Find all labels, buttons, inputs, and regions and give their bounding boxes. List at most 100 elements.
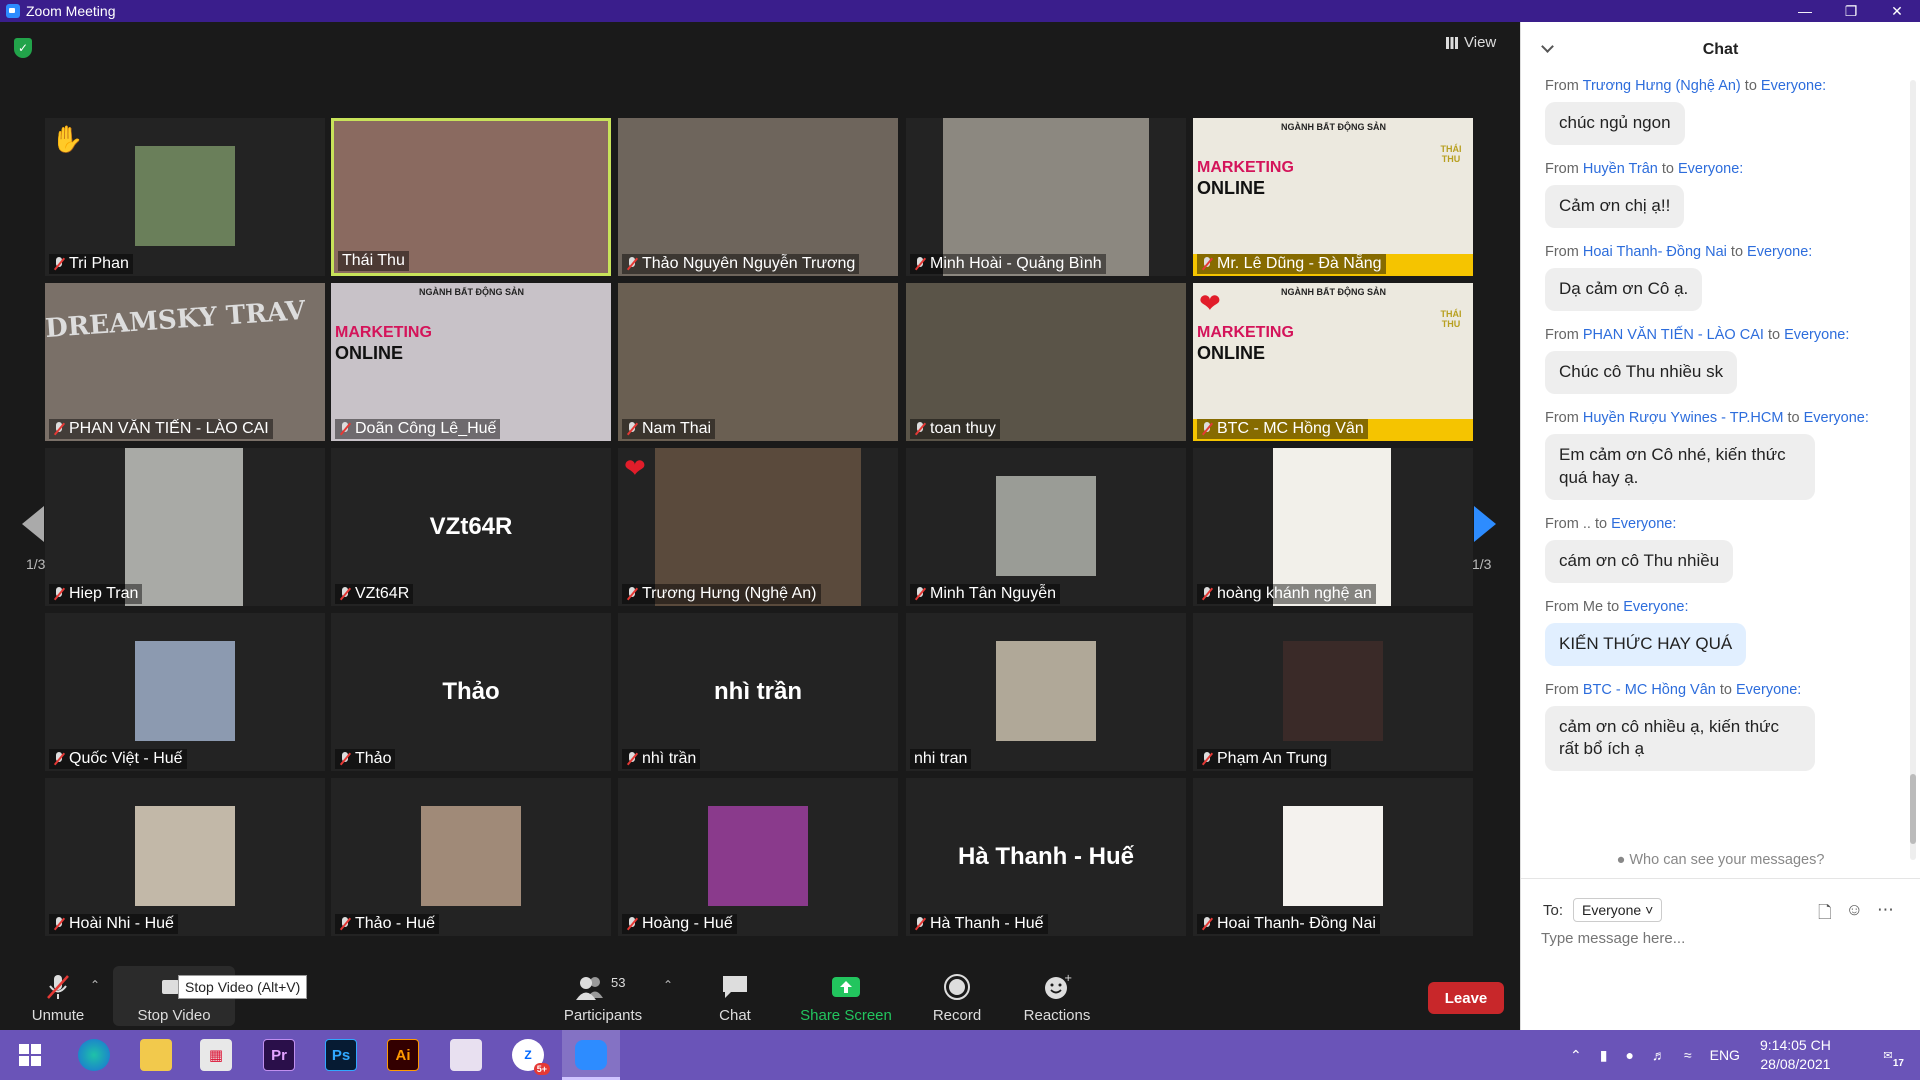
participant-name: Hiep Tran [69,585,139,602]
unmute-button[interactable]: Unmute [8,966,108,1026]
participant-tile[interactable]: MARKETING ONLINE NGÀNH BẤT ĐỘNG SẢN THÁI TH… [1193,283,1473,441]
participant-tile[interactable]: Thái Thu [331,118,611,276]
zalo-icon[interactable]: Z 5+ [512,1039,550,1075]
record-button[interactable]: Record [907,966,1007,1026]
participant-tile[interactable]: VZt64R VZt64R [331,448,611,606]
message-recipient[interactable]: Everyone: [1804,410,1869,426]
more-options-icon[interactable]: ⋯ [1877,900,1894,929]
participant-tile[interactable]: Minh Hoài - Quảng Bình [906,118,1186,276]
previous-page-arrow-icon[interactable] [22,506,44,542]
participant-video [1273,448,1391,606]
reactions-button[interactable]: + Reactions [1007,966,1107,1026]
participant-name-label: nhi tran [910,749,972,769]
edge-browser-icon[interactable] [78,1039,110,1071]
participant-name-label: Phạm An Trung [1197,749,1332,769]
battery-icon[interactable]: ▮ [1600,1047,1608,1064]
next-page-arrow-icon[interactable] [1474,506,1496,542]
participant-tile[interactable]: Thảo Nguyên Nguyễn Trương [618,118,898,276]
audio-options-chevron-icon[interactable]: ⌃ [90,978,100,992]
snipping-tool-icon[interactable] [450,1039,482,1071]
premiere-pro-icon[interactable]: Pr [263,1039,295,1071]
photoshop-icon[interactable]: Ps [325,1039,357,1071]
illustrator-icon[interactable]: Ai [387,1039,419,1071]
chat-message-input[interactable] [1541,930,1901,947]
security-shield-icon[interactable]: ✓ [14,38,32,58]
leave-button[interactable]: Leave [1428,982,1504,1014]
taskbar-clock[interactable]: 9:14:05 CH 28/08/2021 [1760,1036,1831,1074]
participant-tile[interactable]: MARKETING ONLINE NGÀNH BẤT ĐỘNG SẢN THÁI TH… [1193,118,1473,276]
participant-tile[interactable]: Hoàng - Huế [618,778,898,936]
participant-tile[interactable]: toan thuy [906,283,1186,441]
participant-tile[interactable]: Nam Thai [618,283,898,441]
participant-tile[interactable]: Hiep Tran [45,448,325,606]
muted-mic-icon [1201,257,1213,271]
tray-microphone-icon[interactable]: ● [1625,1047,1633,1063]
participant-tile[interactable]: Hà Thanh - Huế Hà Thanh - Huế [906,778,1186,936]
participant-name: Hà Thanh - Huế [930,915,1044,932]
share-screen-button[interactable]: Share Screen [796,966,896,1026]
participant-tile[interactable]: Hoài Nhi - Huế [45,778,325,936]
participants-options-chevron-icon[interactable]: ⌃ [663,978,673,992]
wifi-icon[interactable]: ≈ [1684,1047,1692,1063]
message-sender[interactable]: Trương Hưng (Nghệ An) [1583,78,1741,94]
participant-name: Hoài Nhi - Huế [69,915,174,932]
message-sender[interactable]: PHAN VĂN TIẾN - LÀO CAI [1583,327,1764,343]
file-icon[interactable]: 🗋 [1818,900,1832,929]
title-bar: Zoom Meeting — ❐ ✕ [0,0,1920,22]
message-recipient[interactable]: Everyone: [1747,244,1812,260]
from-label: From [1545,78,1579,94]
message-sender[interactable]: BTC - MC Hồng Vân [1583,682,1716,698]
file-explorer-icon[interactable] [140,1039,172,1071]
windows-start-icon[interactable] [14,1039,46,1071]
participants-button[interactable]: 53 Participants [553,966,653,1026]
close-icon[interactable]: ✕ [1874,0,1920,22]
participant-tile[interactable]: Thảo - Huế [331,778,611,936]
chat-message: From Huyền Rượu Ywines - TP.HCM to Every… [1545,410,1900,500]
who-can-see-link[interactable]: ● Who can see your messages? [1521,852,1920,868]
minimize-icon[interactable]: — [1782,0,1828,22]
message-sender[interactable]: Hoai Thanh- Đồng Nai [1583,244,1727,260]
to-word: to [1787,409,1800,426]
tray-chevron-icon[interactable]: ⌃ [1570,1047,1582,1064]
participant-tile[interactable]: Phạm An Trung [1193,613,1473,771]
from-label: From [1545,515,1579,532]
notification-center-icon[interactable]: ✉ 17 [1872,1039,1904,1071]
zoom-taskbar-button[interactable] [562,1030,620,1080]
recipient-dropdown[interactable]: Everyone ˅ [1573,898,1663,922]
chat-scrollbar-thumb[interactable] [1910,774,1916,844]
participant-tile[interactable]: ❤ Trương Hưng (Nghệ An) [618,448,898,606]
message-recipient[interactable]: Everyone: [1678,161,1743,177]
message-recipient[interactable]: Everyone: [1784,327,1849,343]
record-label: Record [932,1007,982,1024]
emoji-icon[interactable]: ☺ [1846,900,1863,929]
participant-tile[interactable]: ✋ Tri Phan [45,118,325,276]
volume-icon[interactable]: ♬ [1652,1047,1666,1063]
participant-tile[interactable]: Quốc Việt - Huế [45,613,325,771]
message-recipient[interactable]: Everyone: [1623,599,1688,615]
message-sender[interactable]: Huyền Trân [1583,161,1658,177]
muted-mic-icon [626,917,638,931]
participant-tile[interactable]: Hoai Thanh- Đồng Nai [1193,778,1473,936]
restore-icon[interactable]: ❐ [1828,0,1874,22]
collapse-chevron-icon[interactable] [1541,40,1554,53]
participant-tile[interactable]: hoàng khánh nghệ an [1193,448,1473,606]
chat-message-bubble: KIẾN THỨC HAY QUÁ [1545,622,1747,666]
participant-tile[interactable]: nhi tran [906,613,1186,771]
to-word: to [1607,598,1620,615]
participant-tile[interactable]: MARKETING ONLINE NGÀNH BẤT ĐỘNG SẢN Doãn Cô… [331,283,611,441]
chat-button[interactable]: Chat [685,966,785,1026]
view-button[interactable]: View [1446,34,1496,51]
participant-tile[interactable]: DREAMSKY TRAV PHAN VĂN TIẾN - LÀO CAI [45,283,325,441]
store-icon[interactable]: ▦ [200,1039,232,1071]
participant-tile[interactable]: Thảo Thảo [331,613,611,771]
message-recipient[interactable]: Everyone: [1761,78,1826,94]
participant-name: BTC - MC Hồng Vân [1217,420,1364,437]
message-recipient[interactable]: Everyone: [1736,682,1801,698]
chat-scrollbar-track[interactable] [1910,80,1916,860]
slide-header-text: NGÀNH BẤT ĐỘNG SẢN [1281,122,1386,132]
message-sender[interactable]: Huyền Rượu Ywines - TP.HCM [1583,410,1784,426]
participant-tile[interactable]: nhì trần nhì trần [618,613,898,771]
participant-tile[interactable]: Minh Tân Nguyễn [906,448,1186,606]
language-indicator[interactable]: ENG [1710,1047,1740,1063]
message-recipient[interactable]: Everyone: [1611,516,1676,532]
